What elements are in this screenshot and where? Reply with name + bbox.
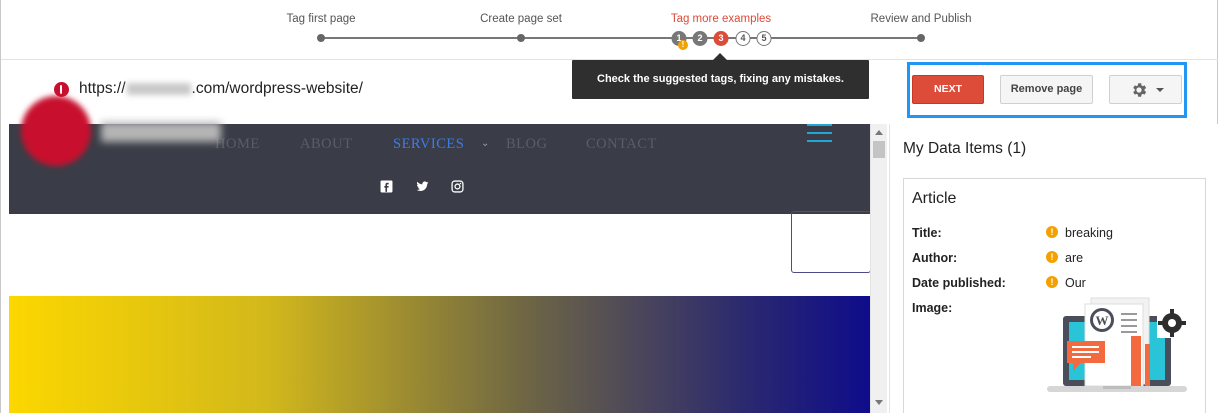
warning-icon[interactable]: ! [1046, 226, 1058, 238]
url-redacted-domain [126, 82, 191, 95]
preview-scrollbar[interactable] [870, 124, 887, 413]
site-nav-services[interactable]: SERVICES [393, 136, 464, 153]
step-create-page-set[interactable]: Create page set [480, 13, 562, 25]
substep-4[interactable]: 4 [735, 31, 751, 46]
scroll-down-icon[interactable] [875, 400, 883, 405]
step-dot-1 [317, 34, 325, 42]
chevron-down-icon: ⌄ [481, 138, 490, 149]
site-nav-about[interactable]: ABOUT [300, 136, 352, 153]
step-tag-more-examples[interactable]: Tag more examples [671, 13, 771, 25]
step-dot-4 [917, 34, 925, 42]
panel-title: My Data Items (1) [903, 140, 1027, 157]
facebook-icon[interactable] [380, 180, 393, 193]
site-logo-text-redacted [101, 122, 221, 142]
field-value-date-published[interactable]: Our [1065, 276, 1086, 290]
field-value-title[interactable]: breaking [1065, 226, 1113, 240]
substep-warning-icon: ! [678, 40, 688, 50]
site-header [9, 214, 870, 296]
scroll-up-icon[interactable] [875, 130, 883, 135]
field-label-image: Image: [912, 301, 953, 315]
article-image-illustration[interactable]: W [1045, 296, 1190, 399]
site-nav-blog[interactable]: BLOG [506, 136, 547, 153]
site-logo [21, 96, 91, 166]
menu-icon[interactable] [807, 124, 832, 148]
step-dot-2 [517, 34, 525, 42]
step-tag-first-page[interactable]: Tag first page [286, 13, 355, 25]
warning-icon[interactable]: ! [1046, 251, 1058, 263]
site-nav-contact[interactable]: CONTACT [586, 136, 657, 153]
step-review-and-publish[interactable]: Review and Publish [870, 13, 971, 25]
field-label-author: Author: [912, 251, 958, 265]
hero-placeholder-box [791, 211, 871, 273]
site-favicon-icon [54, 82, 69, 97]
hero-banner [9, 296, 870, 413]
remove-page-button[interactable]: Remove page [1000, 75, 1093, 104]
field-label-title: Title: [912, 226, 942, 240]
site-nav-home[interactable]: HOME [215, 136, 260, 153]
settings-dropdown-button[interactable] [1109, 75, 1182, 104]
progress-stepper: Tag first page Create page set Tag more … [1, 0, 1218, 60]
svg-text:W: W [1096, 313, 1109, 328]
card-title: Article [912, 190, 957, 207]
website-preview[interactable]: HOME ABOUT SERVICES ⌄ BLOG CONTACT [9, 124, 870, 413]
field-label-date-published: Date published: [912, 276, 1006, 290]
field-value-author[interactable]: are [1065, 251, 1083, 265]
substep-2[interactable]: 2 [692, 31, 708, 46]
warning-icon[interactable]: ! [1046, 276, 1058, 288]
substep-3[interactable]: 3 [713, 31, 729, 46]
url-suffix: .com/wordpress-website/ [191, 80, 363, 97]
chevron-down-icon [1156, 88, 1164, 92]
scroll-thumb[interactable] [873, 141, 885, 158]
url-prefix: https:// [79, 80, 126, 97]
twitter-icon[interactable] [415, 180, 430, 193]
page-url: https:// .com/wordpress-website/ [79, 80, 363, 98]
instagram-icon[interactable] [451, 180, 464, 193]
stepper-track [321, 37, 921, 39]
substep-5[interactable]: 5 [756, 31, 772, 46]
next-button[interactable]: NEXT [912, 75, 984, 104]
gear-icon [1133, 83, 1147, 97]
